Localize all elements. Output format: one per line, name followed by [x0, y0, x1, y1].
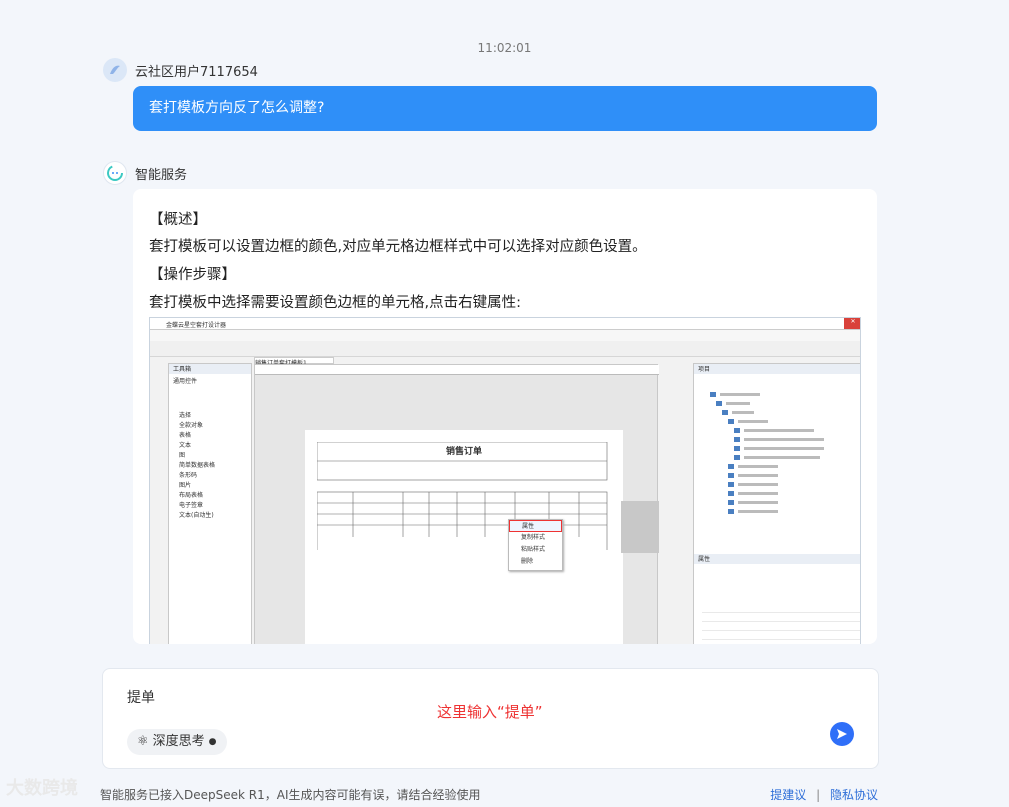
ruler [255, 365, 659, 375]
send-icon [837, 729, 847, 739]
message-timestamp: 11:02:01 [477, 41, 532, 55]
close-icon: ✕ [844, 318, 860, 329]
user-message-bubble: 套打模板方向反了怎么调整? [133, 86, 877, 131]
toolbox-title: 工具箱 [169, 364, 251, 374]
send-button[interactable] [830, 722, 854, 746]
context-menu: 属性 复制样式 粘贴样式 删除 [508, 519, 563, 571]
screenshot-menubar [150, 330, 860, 341]
screenshot-window-title: 金蝶云星空套打设计器 [166, 322, 227, 329]
toolbox-item[interactable]: 文本(自动生) [169, 511, 251, 521]
footer-links: 提建议 | 隐私协议 [770, 786, 878, 803]
bot-avatar [103, 161, 127, 185]
context-menu-paste-style[interactable]: 粘贴样式 [509, 544, 562, 556]
steps-heading: 【操作步骤】 [149, 267, 236, 283]
screenshot-tab: 销售订单套打模板1 [254, 357, 334, 367]
overview-text: 套打模板可以设置边框的颜色,对应单元格边框样式中可以选择对应颜色设置。 [149, 239, 647, 255]
context-menu-delete[interactable]: 删除 [509, 556, 562, 568]
toolbox-list: 选择 全款对象 表格 文本图简单数据表格 条形码 图片 布局表格 电子签章 文本(自动生) [169, 411, 251, 521]
bot-answer-card: 【概述】 套打模板可以设置边框的颜色,对应单元格边框样式中可以选择对应颜色设置。… [133, 189, 877, 644]
chat-input[interactable]: 提单 [127, 687, 155, 707]
toolbox-item[interactable]: 条形码 [169, 471, 251, 481]
template-page: 销售订单 [305, 430, 623, 644]
screenshot-titlebar: 金蝶云星空套打设计器 ✕ [150, 318, 860, 330]
deep-think-button[interactable]: ⚛ 深度思考 ● [127, 729, 227, 755]
screenshot-right-panels: 项目 属性 [693, 363, 860, 644]
suggest-link[interactable]: 提建议 [770, 788, 806, 802]
project-panel-title: 项目 [694, 364, 860, 374]
overview-heading: 【概述】 [149, 212, 207, 228]
toolbox-item[interactable]: 全款对象 [169, 421, 251, 431]
context-menu-copy-style[interactable]: 复制样式 [509, 532, 562, 544]
toolbox-common: 通用控件 [173, 378, 198, 385]
toolbox-item[interactable]: 布局表格 [169, 491, 251, 501]
toolbox-item[interactable]: 简单数据表格 [169, 461, 251, 471]
screenshot-toolbox: 工具箱 通用控件 选择 全款对象 表格 文本图简单数据表格 条形码 图片 布局表格 电子签章文… [168, 363, 252, 644]
footer-disclaimer: 智能服务已接入DeepSeek R1，AI生成内容可能有误，请结合经验使用 [100, 788, 481, 802]
screenshot-canvas: 销售订单 [254, 364, 659, 644]
watermark-logo: 大数跨境 [6, 778, 78, 799]
property-panel-title: 属性 [694, 554, 860, 564]
toolbox-item[interactable]: 文本 [169, 441, 251, 451]
toolbox-item[interactable]: 图 [169, 451, 251, 461]
input-hint: 这里输入“提单” [437, 703, 543, 721]
steps-text: 套打模板中选择需要设置颜色边框的单元格,点击右键属性: [149, 295, 521, 311]
bot-name: 智能服务 [135, 168, 188, 183]
user-name: 云社区用户7117654 [135, 65, 258, 80]
toolbox-item[interactable]: 选择 [169, 411, 251, 421]
toggle-dot-icon: ● [208, 737, 217, 747]
screenshot-toolbar [150, 341, 860, 357]
project-tree [700, 388, 860, 528]
privacy-link[interactable]: 隐私协议 [830, 788, 878, 802]
atom-icon: ⚛ [137, 734, 149, 749]
link-separator: | [816, 788, 821, 802]
chat-input-box[interactable]: 提单 这里输入“提单” ⚛ 深度思考 ● [102, 668, 879, 769]
toolbox-item[interactable]: 电子签章 [169, 501, 251, 511]
context-menu-properties[interactable]: 属性 [509, 520, 562, 532]
user-avatar [103, 58, 127, 82]
toolbox-item[interactable]: 表格 [169, 431, 251, 441]
selection-shade [621, 501, 659, 553]
deep-think-label: 深度思考 [152, 734, 205, 749]
property-grid [702, 604, 860, 644]
toolbox-item[interactable]: 图片 [169, 481, 251, 491]
designer-screenshot[interactable]: 金蝶云星空套打设计器 ✕ 销售订单套打模板1 工具箱 通用控件 选择全款对象表格… [149, 317, 861, 644]
